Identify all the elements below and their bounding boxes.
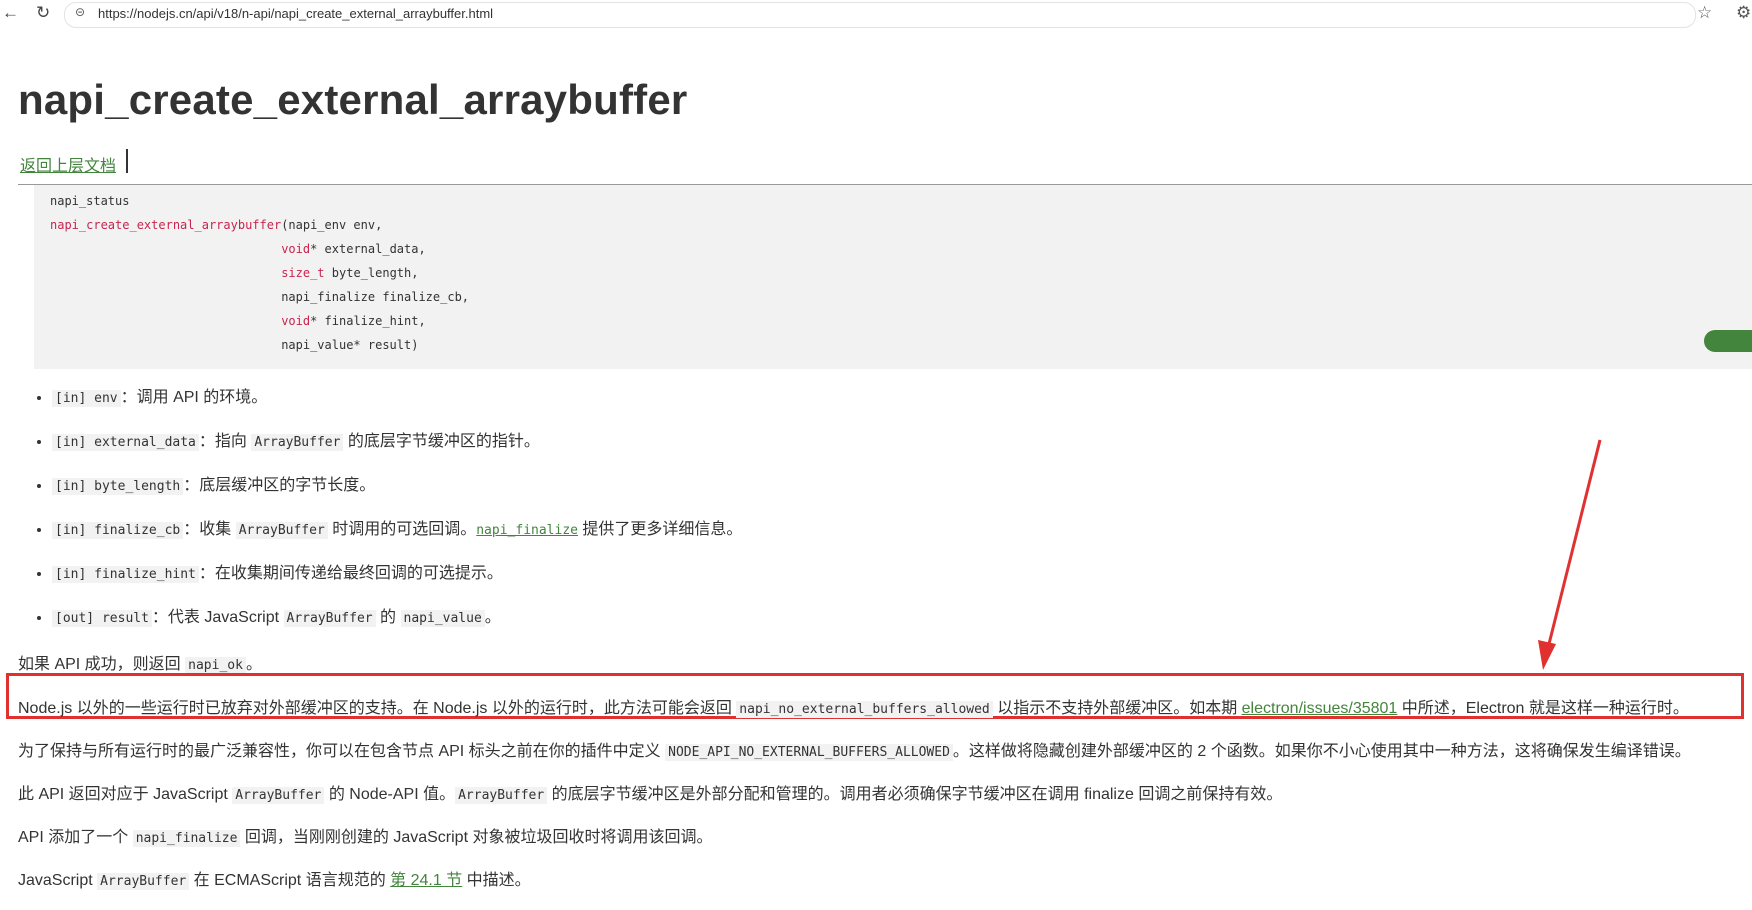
arrow-shaft — [1546, 439, 1602, 649]
annotation-arrow — [1538, 439, 1602, 670]
arrow-head — [1538, 640, 1556, 670]
